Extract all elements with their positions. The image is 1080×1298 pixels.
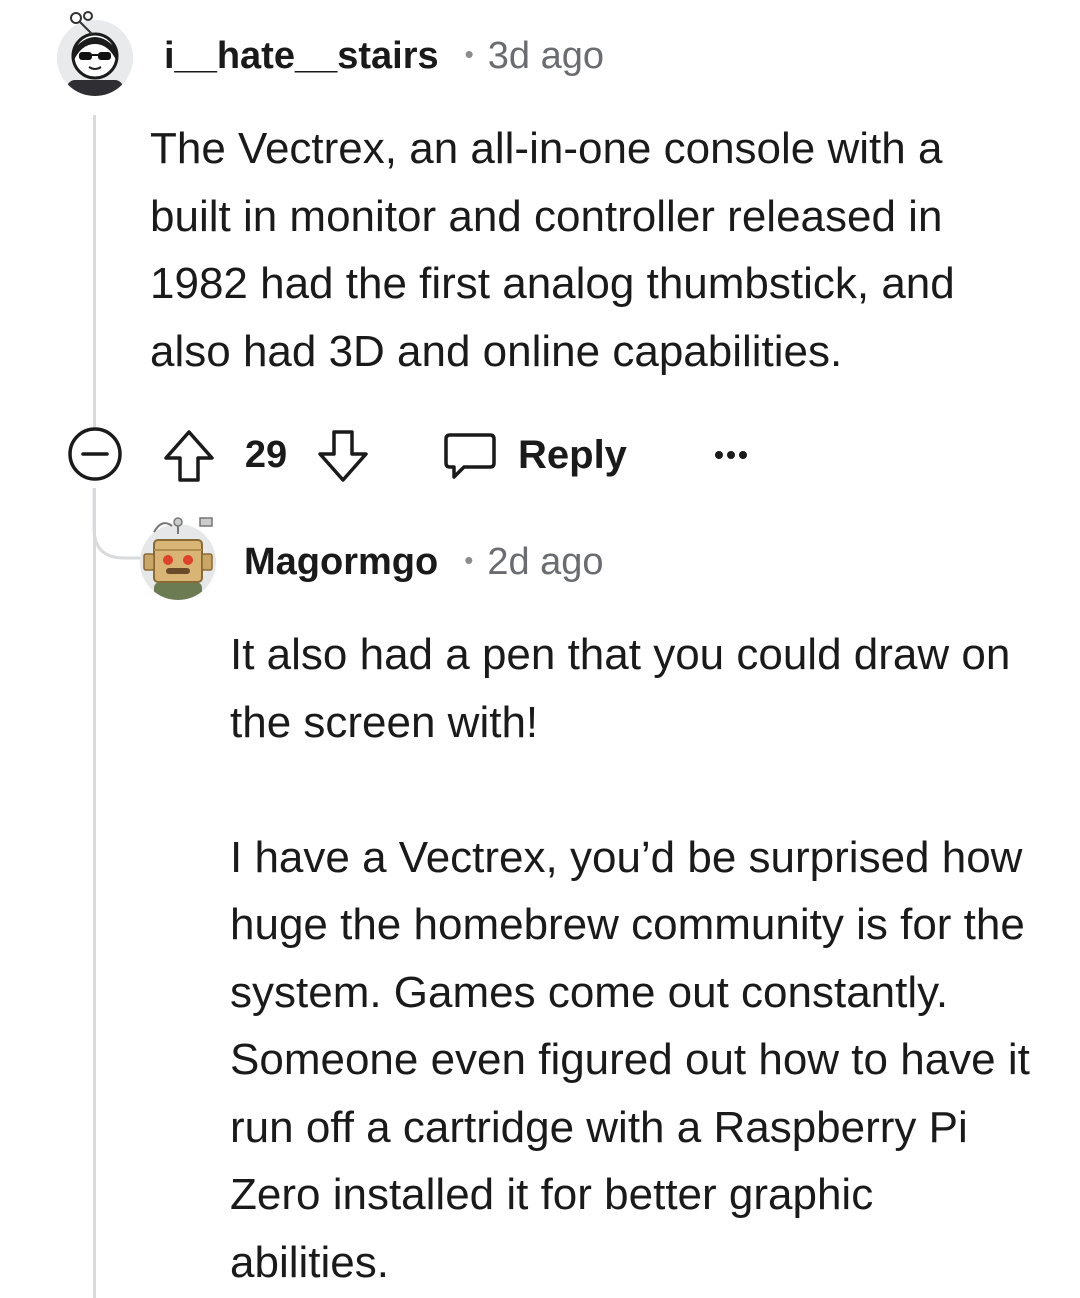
upvote-button[interactable] — [162, 428, 216, 484]
timestamp[interactable]: 2d ago — [487, 541, 603, 584]
meta-separator-dot: • — [464, 544, 474, 575]
meta-separator-dot: • — [464, 38, 474, 69]
comment-action-bar: 29 Reply — [0, 420, 1080, 490]
more-options-button[interactable] — [706, 435, 756, 475]
reply-label: Reply — [518, 432, 627, 477]
collapse-minus-icon — [68, 427, 122, 481]
comment-paragraph: The Vectrex, an all-in-one console with … — [150, 124, 955, 376]
downvote-button[interactable] — [316, 428, 370, 484]
downvote-arrow-icon — [318, 430, 368, 482]
speech-bubble-icon — [444, 433, 496, 479]
avatar-antenna-icon — [153, 517, 213, 534]
comment-paragraph: It also had a pen that you could draw on… — [230, 630, 1011, 747]
comment-paragraph: I have a Vectrex, you’d be surprised how… — [230, 832, 1030, 1287]
comment-body: The Vectrex, an all-in-one console with … — [150, 115, 1030, 385]
reply-button[interactable]: Reply — [442, 425, 632, 485]
comment-meta: Magormgo • 2d ago — [244, 539, 604, 585]
comment-meta: i__hate__stairs • 3d ago — [164, 33, 604, 79]
username[interactable]: Magormgo — [244, 541, 438, 584]
thread-line-main[interactable] — [93, 115, 96, 427]
upvote-arrow-icon — [164, 430, 214, 482]
thread-line-main-continued[interactable] — [93, 488, 96, 1298]
more-options-icon — [715, 451, 747, 459]
vote-count-value: 29 — [244, 433, 288, 476]
avatar-antenna-icon — [70, 11, 93, 35]
timestamp[interactable]: 3d ago — [488, 35, 604, 78]
vote-count: 29 — [236, 428, 296, 482]
collapse-button[interactable] — [66, 425, 124, 483]
comment-body: It also had a pen that you could draw on… — [230, 621, 1030, 1296]
username[interactable]: i__hate__stairs — [164, 35, 439, 78]
